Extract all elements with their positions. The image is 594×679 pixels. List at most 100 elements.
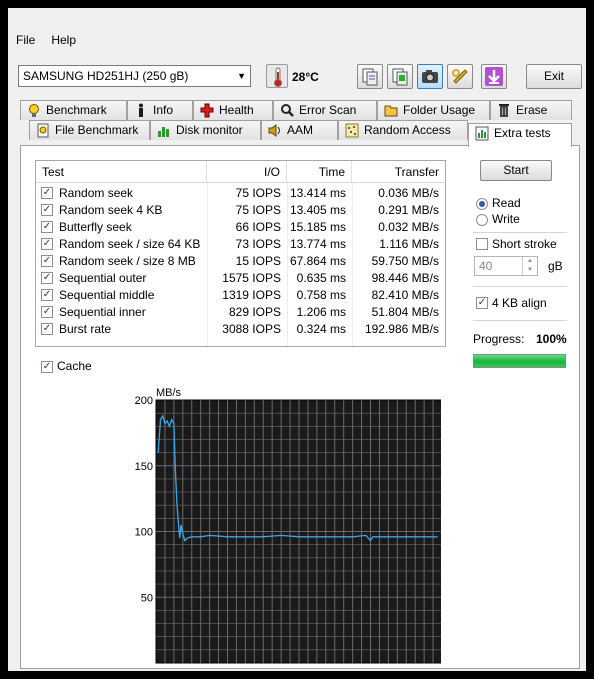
speaker-icon <box>268 124 280 137</box>
column-time[interactable]: Time <box>287 161 352 183</box>
short-stroke-size-input[interactable]: 40 ▲ ▼ <box>474 256 538 276</box>
extra-tests-panel: Test I/O Time Transfer ✓ Random seek 75 IO… <box>20 145 580 669</box>
menu-bar: File Help <box>8 30 84 50</box>
test-name: Random seek 4 KB <box>59 203 163 217</box>
tab-error-scan-label: Error Scan <box>299 103 357 117</box>
menu-file[interactable]: File <box>8 30 43 50</box>
menu-help[interactable]: Help <box>43 30 84 50</box>
copy-text-icon <box>362 68 378 86</box>
tab-file-benchmark[interactable]: File Benchmark <box>29 120 150 140</box>
cell-time: 67.864 ms <box>289 254 346 268</box>
temperature-readout: 28°C <box>292 70 319 84</box>
tab-erase[interactable]: Erase <box>490 100 572 120</box>
drive-select[interactable]: SAMSUNG HD251HJ (250 gB) ▼ <box>18 65 251 87</box>
drive-select-value: SAMSUNG HD251HJ (250 gB) <box>23 69 189 83</box>
tab-health[interactable]: Health <box>193 100 273 120</box>
cell-transfer: 0.036 MB/s <box>378 186 439 200</box>
row-checkbox[interactable]: ✓ <box>41 221 53 233</box>
cell-transfer: 192.986 MB/s <box>364 322 439 336</box>
row-checkbox[interactable]: ✓ <box>41 272 53 284</box>
copy-image-button[interactable] <box>387 64 413 89</box>
row-checkbox[interactable]: ✓ <box>41 204 53 216</box>
options-button[interactable] <box>447 64 473 89</box>
tab-random-access-label: Random Access <box>364 123 451 137</box>
folder-icon <box>384 105 398 117</box>
short-stroke-unit: gB <box>548 259 563 273</box>
tab-aam-label: AAM <box>287 123 314 137</box>
cell-transfer: 1.116 MB/s <box>379 237 439 251</box>
cell-transfer: 98.446 MB/s <box>371 271 439 285</box>
cell-time: 13.405 ms <box>289 203 346 217</box>
tab-benchmark[interactable]: Benchmark <box>20 100 127 120</box>
column-test[interactable]: Test <box>36 161 207 183</box>
test-name: Random seek <box>59 186 134 200</box>
table-row: ✓ Random seek 4 KB 75 IOPS 13.405 ms 0.291 M… <box>36 202 445 219</box>
tab-info[interactable]: Info <box>127 100 193 120</box>
row-checkbox[interactable]: ✓ <box>41 187 53 199</box>
tab-extra-tests[interactable]: Extra tests <box>468 123 572 147</box>
cell-io: 75 IOPS <box>235 203 281 217</box>
exit-button[interactable]: Exit <box>526 64 582 89</box>
tab-benchmark-label: Benchmark <box>46 103 107 117</box>
tab-extra-tests-label: Extra tests <box>494 126 551 140</box>
test-name: Random seek / size 8 MB <box>59 254 196 268</box>
random-access-icon <box>345 123 359 138</box>
table-row: ✓ Random seek / size 8 MB 15 IOPS 67.864 ms… <box>36 253 445 270</box>
tab-error-scan[interactable]: Error Scan <box>273 100 377 120</box>
file-benchmark-icon <box>37 123 49 138</box>
tools-icon <box>452 69 468 84</box>
tab-aam[interactable]: AAM <box>261 120 338 140</box>
results-table: Test I/O Time Transfer ✓ Random seek 75 IO… <box>35 160 446 347</box>
table-row: ✓ Sequential middle 1319 IOPS 0.758 ms 82.41… <box>36 287 445 304</box>
short-stroke-checkbox[interactable] <box>476 238 488 250</box>
lightbulb-icon <box>29 104 39 117</box>
tab-random-access[interactable]: Random Access <box>338 120 468 140</box>
progress-label: Progress: <box>473 332 525 346</box>
progress-percent: 100% <box>536 332 567 346</box>
tab-disk-monitor[interactable]: Disk monitor <box>150 120 261 140</box>
cell-transfer: 59.750 MB/s <box>371 254 439 268</box>
y-tick-label: 150 <box>135 461 153 473</box>
download-button[interactable] <box>481 64 507 89</box>
align-4kb-label: 4 KB align <box>492 296 547 310</box>
cache-checkbox[interactable]: ✓ <box>41 361 53 373</box>
transfer-rate-chart: 50100150200MB/s0816243240485664MB <box>135 387 441 664</box>
column-transfer[interactable]: Transfer <box>352 161 445 183</box>
magnifier-icon <box>281 104 294 117</box>
row-checkbox[interactable]: ✓ <box>41 323 53 335</box>
test-name: Sequential middle <box>59 288 155 302</box>
cell-time: 13.774 ms <box>289 237 346 251</box>
copy-text-button[interactable] <box>357 64 383 89</box>
cache-label: Cache <box>57 359 92 373</box>
column-io[interactable]: I/O <box>207 161 287 183</box>
cell-time: 0.324 ms <box>296 322 346 336</box>
bar-chart-icon <box>158 127 169 137</box>
align-4kb-checkbox[interactable]: ✓ <box>476 297 488 309</box>
camera-icon <box>422 70 438 83</box>
tab-folder-usage[interactable]: Folder Usage <box>377 100 490 120</box>
read-radio[interactable] <box>476 198 488 210</box>
start-button[interactable]: Start <box>480 160 552 181</box>
cell-time: 13.414 ms <box>289 186 346 200</box>
write-radio[interactable] <box>476 214 488 226</box>
read-label: Read <box>492 196 521 210</box>
row-checkbox[interactable]: ✓ <box>41 255 53 267</box>
table-row: ✓ Sequential inner 829 IOPS 1.206 ms 51.804 … <box>36 304 445 321</box>
cell-io: 1575 IOPS <box>222 271 281 285</box>
copy-image-icon <box>392 68 408 86</box>
row-checkbox[interactable]: ✓ <box>41 306 53 318</box>
cell-transfer: 0.032 MB/s <box>378 220 439 234</box>
cell-io: 75 IOPS <box>235 186 281 200</box>
table-row: ✓ Butterfly seek 66 IOPS 15.185 ms 0.032 MB/… <box>36 219 445 236</box>
cell-io: 66 IOPS <box>235 220 281 234</box>
divider <box>473 286 567 287</box>
tab-info-label: Info <box>153 103 174 117</box>
row-checkbox[interactable]: ✓ <box>41 238 53 250</box>
screenshot-button[interactable] <box>417 64 443 89</box>
spinner-arrows-icon[interactable]: ▲ ▼ <box>522 257 537 275</box>
health-cross-icon <box>200 103 214 118</box>
table-row: ✓ Random seek 75 IOPS 13.414 ms 0.036 MB/s <box>36 185 445 202</box>
short-stroke-label: Short stroke <box>492 237 557 251</box>
row-checkbox[interactable]: ✓ <box>41 289 53 301</box>
y-tick-label: 50 <box>141 592 153 604</box>
